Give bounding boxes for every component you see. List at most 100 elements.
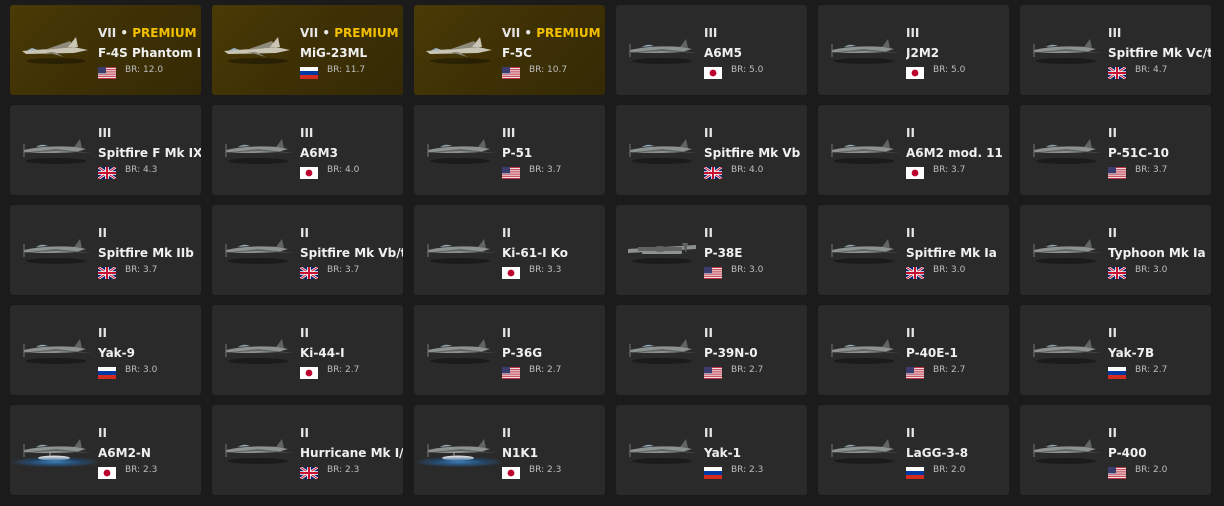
vehicle-rank: III	[502, 126, 605, 140]
vehicle-name: P-38E	[704, 246, 743, 260]
vehicle-info: VII • PREMIUM F-5C BR: 10.7	[502, 26, 605, 79]
battle-rating: BR: 3.7	[125, 265, 158, 275]
prop-plane-icon	[16, 223, 94, 269]
rank-label: VII	[98, 26, 117, 40]
rank-label: II	[300, 426, 309, 440]
battle-rating: BR: 2.3	[327, 465, 360, 475]
prop-plane-icon	[1026, 423, 1104, 469]
vehicle-card-f-4s-phantom-ii[interactable]: VII • PREMIUM F-4S Phantom II BR: 12.0	[10, 5, 201, 95]
vehicle-meta: BR: 4.0	[300, 164, 403, 179]
vehicle-card-f-5c[interactable]: VII • PREMIUM F-5C BR: 10.7	[414, 5, 605, 95]
battle-rating: BR: 3.7	[1135, 165, 1168, 175]
vehicle-meta: BR: 4.3	[97, 164, 201, 181]
vehicle-info: II Ki-44-I BR: 2.7	[300, 326, 403, 379]
vehicle-card-p-51[interactable]: III P-51 BR: 3.7	[414, 105, 605, 195]
prop-plane-icon	[824, 323, 902, 369]
vehicle-card-spitfire-mk-ia[interactable]: II Spitfire Mk Ia BR: 3.0	[818, 205, 1009, 295]
vehicle-card-j2m2[interactable]: III J2M2 BR: 5.0	[818, 5, 1009, 95]
vehicle-card-p-51c-10[interactable]: II P-51C-10 BR: 3.7	[1020, 105, 1211, 195]
vehicle-rank: II	[704, 326, 807, 340]
vehicle-meta: BR: 3.7	[1108, 164, 1211, 179]
vehicle-info: II P-39N-0 BR: 2.7	[704, 326, 807, 379]
vehicle-meta: BR: 2.3	[502, 464, 605, 479]
vehicle-meta: BR: 12.0	[98, 64, 201, 79]
vehicle-name: Hurricane Mk I/L	[300, 446, 403, 460]
vehicle-card-p-400[interactable]: II P-400 BR: 2.0	[1020, 405, 1211, 495]
vehicle-rank: II	[98, 426, 201, 440]
vehicle-card-p-40e-1[interactable]: II P-40E-1 BR: 2.7	[818, 305, 1009, 395]
vehicle-grid: VII • PREMIUM F-4S Phantom II BR: 12.0 V…	[10, 5, 1211, 495]
vehicle-rank: II	[1108, 326, 1211, 340]
vehicle-info: II Spitfire Mk Ia BR: 3.0	[905, 226, 1009, 281]
vehicle-rank: II	[98, 226, 201, 240]
vehicle-rank: II	[704, 126, 807, 140]
vehicle-card-p-36g[interactable]: II P-36G BR: 2.7	[414, 305, 605, 395]
vehicle-rank: II	[906, 226, 1009, 240]
vehicle-card-spitfire-mk-iib[interactable]: II Spitfire Mk IIb BR: 3.7	[10, 205, 201, 295]
rank-label: III	[1108, 26, 1122, 40]
vehicle-card-n1k1[interactable]: II N1K1 BR: 2.3	[414, 405, 605, 495]
vehicle-card-yak-9[interactable]: II Yak-9 BR: 3.0	[10, 305, 201, 395]
vehicle-info: II Hurricane Mk I/L BR: 2.3	[299, 426, 403, 481]
battle-rating: BR: 2.3	[731, 465, 764, 475]
vehicle-name: P-51	[502, 146, 533, 160]
vehicle-info: II Spitfire Mk Vb/trop BR: 3.7	[299, 226, 403, 281]
prop-plane-icon	[16, 323, 94, 369]
vehicle-card-p-38e[interactable]: II P-38E BR: 3.0	[616, 205, 807, 295]
vehicle-card-yak-1[interactable]: II Yak-1 BR: 2.3	[616, 405, 807, 495]
vehicle-meta: BR: 2.3	[704, 464, 807, 479]
vehicle-rank: II	[906, 126, 1009, 140]
vehicle-meta: BR: 2.7	[502, 364, 605, 379]
vehicle-card-yak-7b[interactable]: II Yak-7B BR: 2.7	[1020, 305, 1211, 395]
vehicle-card-hurricane-mk-i-l[interactable]: II Hurricane Mk I/L BR: 2.3	[212, 405, 403, 495]
jet-icon	[218, 23, 296, 69]
vehicle-rank: II	[98, 326, 201, 340]
vehicle-card-p-39n-0[interactable]: II P-39N-0 BR: 2.7	[616, 305, 807, 395]
vehicle-info: III Spitfire Mk Vc/trop BR: 4.7	[1107, 26, 1211, 81]
vehicle-meta: BR: 3.3	[502, 264, 605, 279]
vehicle-card-spitfire-mk-vb[interactable]: II Spitfire Mk Vb BR: 4.0	[616, 105, 807, 195]
vehicle-meta: BR: 3.7	[299, 264, 403, 281]
rank-label: II	[300, 326, 309, 340]
vehicle-card-ki-44-i[interactable]: II Ki-44-I BR: 2.7	[212, 305, 403, 395]
vehicle-card-a6m3[interactable]: III A6M3 BR: 4.0	[212, 105, 403, 195]
vehicle-name: Yak-1	[704, 446, 741, 460]
vehicle-rank: II	[502, 226, 605, 240]
vehicle-name: Typhoon Mk Ia	[1108, 246, 1206, 260]
twin-boom-plane-icon	[622, 223, 700, 269]
vehicle-card-spitfire-f-mk-ix[interactable]: III Spitfire F Mk IX BR: 4.3	[10, 105, 201, 195]
jet-icon	[16, 23, 94, 69]
rank-label: II	[98, 326, 107, 340]
vehicle-rank: II	[300, 326, 403, 340]
vehicle-card-ki-61-i-ko[interactable]: II Ki-61-I Ko BR: 3.3	[414, 205, 605, 295]
uk-flag-icon	[299, 264, 319, 281]
battle-rating: BR: 12.0	[125, 65, 164, 75]
vehicle-card-spitfire-mk-vc-trop[interactable]: III Spitfire Mk Vc/trop BR: 4.7	[1020, 5, 1211, 95]
vehicle-card-typhoon-mk-ia[interactable]: II Typhoon Mk Ia BR: 3.0	[1020, 205, 1211, 295]
vehicle-card-spitfire-mk-vb-trop[interactable]: II Spitfire Mk Vb/trop BR: 3.7	[212, 205, 403, 295]
vehicle-card-a6m5[interactable]: III A6M5 BR: 5.0	[616, 5, 807, 95]
vehicle-rank: III	[300, 126, 403, 140]
japan-flag-icon	[98, 464, 116, 479]
rank-label: II	[98, 226, 107, 240]
rank-label: II	[704, 226, 713, 240]
vehicle-card-lagg-3-8[interactable]: II LaGG-3-8 BR: 2.0	[818, 405, 1009, 495]
rank-label: VII	[502, 26, 521, 40]
battle-rating: BR: 5.0	[933, 65, 966, 75]
vehicle-meta: BR: 4.0	[703, 164, 807, 181]
uk-flag-icon	[97, 164, 117, 181]
vehicle-card-a6m2-n[interactable]: II A6M2-N BR: 2.3	[10, 405, 201, 495]
usa-flag-icon	[1108, 164, 1126, 179]
battle-rating: BR: 2.3	[125, 465, 158, 475]
vehicle-card-mig-23ml[interactable]: VII • PREMIUM MiG-23ML BR: 11.7	[212, 5, 403, 95]
battle-rating: BR: 3.7	[327, 265, 360, 275]
usa-flag-icon	[502, 64, 520, 79]
vehicle-card-a6m2-mod-11[interactable]: II A6M2 mod. 11 BR: 3.7	[818, 105, 1009, 195]
rank-label: III	[502, 126, 516, 140]
rank-label: II	[906, 426, 915, 440]
vehicle-meta: BR: 2.7	[1108, 364, 1211, 379]
rank-label: III	[906, 26, 920, 40]
vehicle-info: II A6M2 mod. 11 BR: 3.7	[906, 126, 1009, 179]
battle-rating: BR: 3.3	[529, 265, 562, 275]
vehicle-name: N1K1	[502, 446, 539, 460]
